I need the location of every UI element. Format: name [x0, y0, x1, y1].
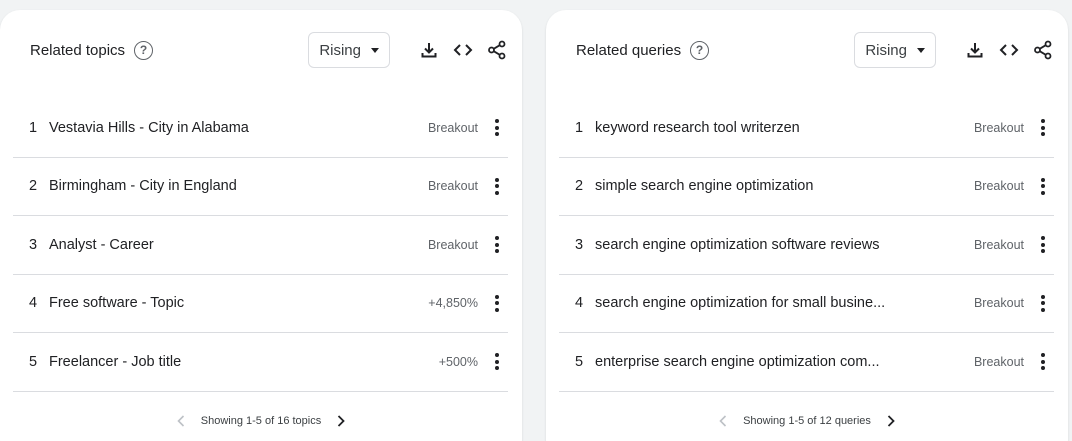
item-rank: 1	[575, 119, 584, 136]
more-vert-icon[interactable]	[492, 293, 502, 313]
caret-down-icon	[917, 47, 925, 53]
caret-down-icon	[371, 47, 379, 53]
share-icon[interactable]	[486, 39, 508, 61]
pagination-status: Showing 1-5 of 12 queries	[743, 415, 871, 427]
item-value: Breakout	[973, 179, 1024, 194]
item-label[interactable]: keyword research tool writerzen	[595, 120, 974, 136]
filter-selected-value: Rising	[865, 41, 907, 59]
chevron-right-icon[interactable]	[331, 413, 351, 429]
item-rank: 4	[575, 295, 584, 312]
list-item[interactable]: 5 enterprise search engine optimization …	[559, 333, 1054, 392]
item-value: +500%	[438, 354, 478, 369]
item-label[interactable]: Analyst - Career	[49, 237, 428, 253]
item-rank: 2	[575, 178, 584, 195]
more-vert-icon[interactable]	[1038, 235, 1048, 255]
help-circle-icon[interactable]: ?	[134, 40, 154, 60]
item-rank: 5	[575, 353, 584, 370]
filter-selected-value: Rising	[319, 41, 361, 59]
chevron-right-icon[interactable]	[881, 413, 901, 429]
list-item[interactable]: 5 Freelancer - Job title +500%	[13, 333, 508, 392]
item-rank: 3	[29, 236, 38, 253]
list-item[interactable]: 1 keyword research tool writerzen Breako…	[559, 99, 1054, 158]
code-icon[interactable]	[998, 39, 1020, 61]
share-icon[interactable]	[1032, 39, 1054, 61]
filter-dropdown[interactable]: Rising	[308, 32, 390, 68]
download-icon[interactable]	[418, 39, 440, 61]
list-item[interactable]: 1 Vestavia Hills - City in Alabama Break…	[13, 99, 508, 158]
chevron-left-icon[interactable]	[713, 413, 733, 429]
more-vert-icon[interactable]	[492, 118, 502, 138]
panel-header: Related queries ? Rising	[576, 32, 1054, 68]
item-value: Breakout	[973, 237, 1024, 252]
item-value: Breakout	[427, 237, 478, 252]
queries-list: 1 keyword research tool writerzen Breako…	[559, 99, 1054, 392]
more-vert-icon[interactable]	[492, 235, 502, 255]
more-vert-icon[interactable]	[1038, 293, 1048, 313]
download-icon[interactable]	[964, 39, 986, 61]
panel-title: Related topics	[30, 41, 126, 59]
item-rank: 4	[29, 295, 38, 312]
item-label[interactable]: Vestavia Hills - City in Alabama	[49, 120, 428, 136]
related-topics-panel: Related topics ? Rising 1 Vestavia Hills…	[0, 10, 522, 441]
item-label[interactable]: simple search engine optimization	[595, 178, 974, 194]
item-label[interactable]: Free software - Topic	[49, 295, 428, 311]
item-label[interactable]: Birmingham - City in England	[49, 178, 428, 194]
pagination: Showing 1-5 of 16 topics	[0, 413, 522, 429]
item-label[interactable]: search engine optimization software revi…	[595, 237, 974, 253]
more-vert-icon[interactable]	[1038, 176, 1048, 196]
item-rank: 1	[29, 119, 38, 136]
filter-dropdown[interactable]: Rising	[854, 32, 936, 68]
item-value: Breakout	[427, 179, 478, 194]
item-value: Breakout	[427, 120, 478, 135]
panel-title: Related queries	[576, 41, 682, 59]
list-item[interactable]: 4 Free software - Topic +4,850%	[13, 275, 508, 333]
panel-header: Related topics ? Rising	[30, 32, 508, 68]
item-label[interactable]: enterprise search engine optimization co…	[595, 354, 974, 370]
help-circle-icon[interactable]: ?	[690, 40, 710, 60]
pagination-status: Showing 1-5 of 16 topics	[200, 415, 322, 427]
list-item[interactable]: 3 Analyst - Career Breakout	[13, 216, 508, 275]
item-rank: 5	[29, 353, 38, 370]
item-rank: 3	[575, 236, 584, 253]
item-value: Breakout	[973, 120, 1024, 135]
related-queries-panel: Related queries ? Rising 1 keyword resea…	[546, 10, 1068, 441]
code-icon[interactable]	[452, 39, 474, 61]
pagination: Showing 1-5 of 12 queries	[546, 413, 1068, 429]
list-item[interactable]: 3 search engine optimization software re…	[559, 216, 1054, 275]
item-value: +4,850%	[428, 296, 478, 311]
list-item[interactable]: 4 search engine optimization for small b…	[559, 275, 1054, 333]
topics-list: 1 Vestavia Hills - City in Alabama Break…	[13, 99, 508, 392]
list-item[interactable]: 2 Birmingham - City in England Breakout	[13, 158, 508, 216]
item-label[interactable]: Freelancer - Job title	[49, 354, 439, 370]
list-item[interactable]: 2 simple search engine optimization Brea…	[559, 158, 1054, 216]
item-value: Breakout	[973, 296, 1024, 311]
more-vert-icon[interactable]	[1038, 118, 1048, 138]
item-rank: 2	[29, 178, 38, 195]
item-label[interactable]: search engine optimization for small bus…	[595, 295, 974, 311]
more-vert-icon[interactable]	[492, 176, 502, 196]
more-vert-icon[interactable]	[1038, 352, 1048, 372]
item-value: Breakout	[973, 354, 1024, 369]
chevron-left-icon[interactable]	[171, 413, 191, 429]
more-vert-icon[interactable]	[492, 352, 502, 372]
